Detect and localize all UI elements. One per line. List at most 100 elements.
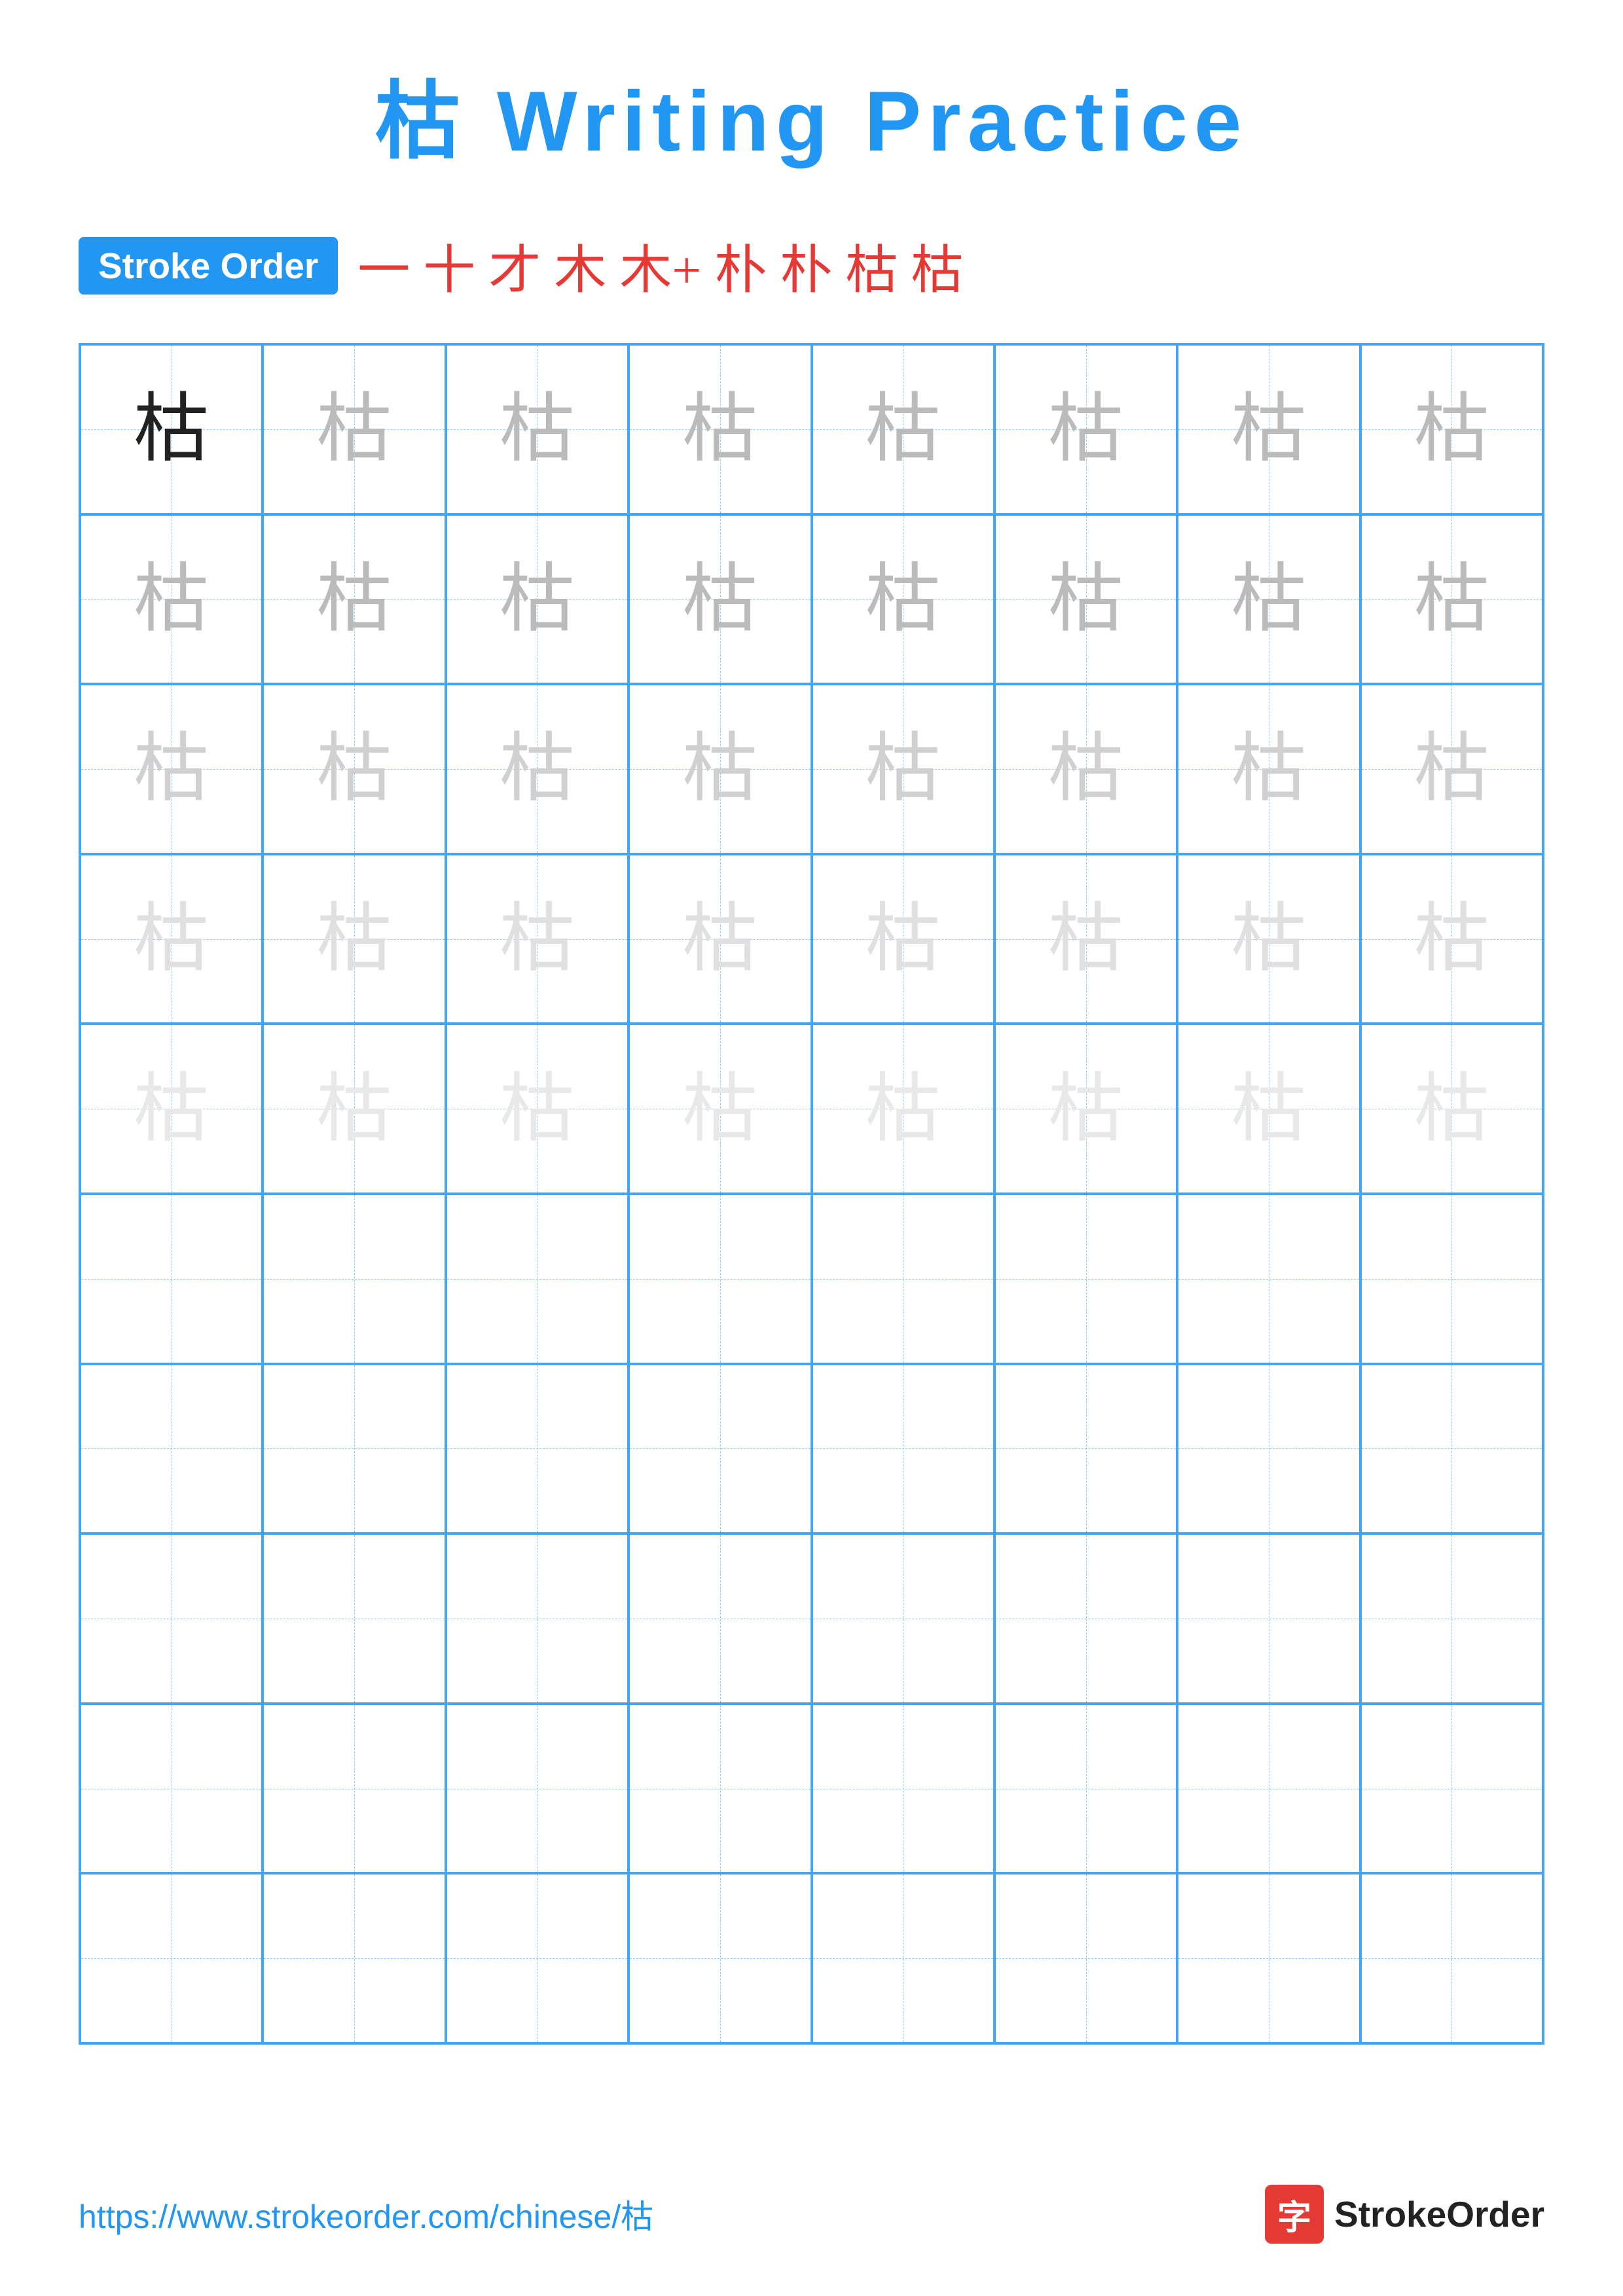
stroke-9: 枯	[911, 228, 963, 304]
grid-cell-r6c5[interactable]	[812, 1194, 994, 1364]
char-r3c5: 枯	[866, 731, 941, 806]
char-r4c8: 枯	[1414, 901, 1489, 977]
grid-cell-r1c2[interactable]: 枯	[263, 344, 445, 514]
grid-cell-r10c7[interactable]	[1177, 1873, 1360, 2043]
grid-cell-r6c6[interactable]	[994, 1194, 1177, 1364]
grid-cell-r8c4[interactable]	[629, 1534, 811, 1704]
grid-cell-r7c1[interactable]	[80, 1364, 263, 1534]
grid-cell-r2c5[interactable]: 枯	[812, 514, 994, 685]
grid-cell-r3c6[interactable]: 枯	[994, 684, 1177, 854]
grid-cell-r10c6[interactable]	[994, 1873, 1177, 2043]
grid-cell-r10c3[interactable]	[446, 1873, 629, 2043]
char-r4c2: 枯	[317, 901, 392, 977]
grid-cell-r3c5[interactable]: 枯	[812, 684, 994, 854]
grid-cell-r1c7[interactable]: 枯	[1177, 344, 1360, 514]
page-title: 枯 Writing Practice	[79, 52, 1544, 175]
grid-cell-r5c7[interactable]: 枯	[1177, 1024, 1360, 1194]
grid-cell-r8c2[interactable]	[263, 1534, 445, 1704]
grid-cell-r4c7[interactable]: 枯	[1177, 854, 1360, 1024]
grid-cell-r10c8[interactable]	[1360, 1873, 1543, 2043]
char-r2c6: 枯	[1048, 562, 1123, 637]
grid-cell-r5c5[interactable]: 枯	[812, 1024, 994, 1194]
grid-cell-r4c3[interactable]: 枯	[446, 854, 629, 1024]
grid-cell-r7c5[interactable]	[812, 1364, 994, 1534]
footer-url[interactable]: https://www.strokeorder.com/chinese/枯	[79, 2191, 653, 2238]
grid-cell-r6c7[interactable]	[1177, 1194, 1360, 1364]
char-r1c3: 枯	[500, 391, 575, 467]
grid-cell-r3c3[interactable]: 枯	[446, 684, 629, 854]
stroke-5: 木+	[619, 228, 701, 304]
char-r1c2: 枯	[317, 391, 392, 467]
grid-cell-r1c4[interactable]: 枯	[629, 344, 811, 514]
grid-cell-r3c2[interactable]: 枯	[263, 684, 445, 854]
grid-cell-r10c5[interactable]	[812, 1873, 994, 2043]
grid-cell-r3c8[interactable]: 枯	[1360, 684, 1543, 854]
grid-cell-r5c3[interactable]: 枯	[446, 1024, 629, 1194]
grid-cell-r8c8[interactable]	[1360, 1534, 1543, 1704]
grid-cell-r7c7[interactable]	[1177, 1364, 1360, 1534]
grid-cell-r10c2[interactable]	[263, 1873, 445, 2043]
grid-cell-r9c4[interactable]	[629, 1704, 811, 1874]
grid-cell-r6c4[interactable]	[629, 1194, 811, 1364]
stroke-1: 一	[357, 228, 410, 304]
grid-cell-r1c6[interactable]: 枯	[994, 344, 1177, 514]
grid-cell-r10c1[interactable]	[80, 1873, 263, 2043]
grid-cell-r5c4[interactable]: 枯	[629, 1024, 811, 1194]
grid-cell-r2c1[interactable]: 枯	[80, 514, 263, 685]
grid-cell-r4c5[interactable]: 枯	[812, 854, 994, 1024]
grid-cell-r10c4[interactable]	[629, 1873, 811, 2043]
grid-cell-r9c2[interactable]	[263, 1704, 445, 1874]
char-r2c3: 枯	[500, 562, 575, 637]
grid-cell-r2c2[interactable]: 枯	[263, 514, 445, 685]
stroke-order-row: Stroke Order 一 十 才 木 木+ 朴 朴 枯 枯	[79, 228, 1544, 304]
grid-cell-r2c7[interactable]: 枯	[1177, 514, 1360, 685]
grid-cell-r9c6[interactable]	[994, 1704, 1177, 1874]
grid-cell-r6c2[interactable]	[263, 1194, 445, 1364]
stroke-4: 木	[554, 228, 606, 304]
grid-cell-r7c6[interactable]	[994, 1364, 1177, 1534]
grid-cell-r4c1[interactable]: 枯	[80, 854, 263, 1024]
grid-cell-r4c4[interactable]: 枯	[629, 854, 811, 1024]
grid-cell-r9c7[interactable]	[1177, 1704, 1360, 1874]
grid-cell-r3c7[interactable]: 枯	[1177, 684, 1360, 854]
grid-cell-r9c1[interactable]	[80, 1704, 263, 1874]
grid-cell-r6c1[interactable]	[80, 1194, 263, 1364]
grid-cell-r8c1[interactable]	[80, 1534, 263, 1704]
grid-cell-r8c7[interactable]	[1177, 1534, 1360, 1704]
grid-cell-r7c2[interactable]	[263, 1364, 445, 1534]
grid-cell-r9c5[interactable]	[812, 1704, 994, 1874]
grid-cell-r2c3[interactable]: 枯	[446, 514, 629, 685]
grid-cell-r6c3[interactable]	[446, 1194, 629, 1364]
grid-cell-r1c1[interactable]: 枯	[80, 344, 263, 514]
grid-cell-r7c3[interactable]	[446, 1364, 629, 1534]
char-r5c5: 枯	[866, 1071, 941, 1147]
grid-cell-r1c3[interactable]: 枯	[446, 344, 629, 514]
grid-cell-r8c6[interactable]	[994, 1534, 1177, 1704]
grid-cell-r8c5[interactable]	[812, 1534, 994, 1704]
stroke-sequence: 一 十 才 木 木+ 朴 朴 枯 枯	[357, 228, 963, 304]
grid-cell-r8c3[interactable]	[446, 1534, 629, 1704]
grid-cell-r6c8[interactable]	[1360, 1194, 1543, 1364]
grid-cell-r2c4[interactable]: 枯	[629, 514, 811, 685]
footer-logo: 字 StrokeOrder	[1265, 2185, 1544, 2244]
grid-cell-r7c8[interactable]	[1360, 1364, 1543, 1534]
grid-cell-r9c3[interactable]	[446, 1704, 629, 1874]
grid-cell-r2c8[interactable]: 枯	[1360, 514, 1543, 685]
grid-cell-r2c6[interactable]: 枯	[994, 514, 1177, 685]
grid-cell-r4c2[interactable]: 枯	[263, 854, 445, 1024]
grid-cell-r7c4[interactable]	[629, 1364, 811, 1534]
grid-cell-r9c8[interactable]	[1360, 1704, 1543, 1874]
grid-cell-r5c8[interactable]: 枯	[1360, 1024, 1543, 1194]
grid-cell-r1c8[interactable]: 枯	[1360, 344, 1543, 514]
grid-cell-r5c2[interactable]: 枯	[263, 1024, 445, 1194]
char-r5c2: 枯	[317, 1071, 392, 1147]
stroke-8: 枯	[845, 228, 898, 304]
grid-cell-r3c4[interactable]: 枯	[629, 684, 811, 854]
grid-cell-r1c5[interactable]: 枯	[812, 344, 994, 514]
grid-cell-r4c8[interactable]: 枯	[1360, 854, 1543, 1024]
grid-cell-r3c1[interactable]: 枯	[80, 684, 263, 854]
grid-cell-r4c6[interactable]: 枯	[994, 854, 1177, 1024]
page: 枯 Writing Practice Stroke Order 一 十 才 木 …	[0, 0, 1623, 2296]
grid-cell-r5c1[interactable]: 枯	[80, 1024, 263, 1194]
grid-cell-r5c6[interactable]: 枯	[994, 1024, 1177, 1194]
